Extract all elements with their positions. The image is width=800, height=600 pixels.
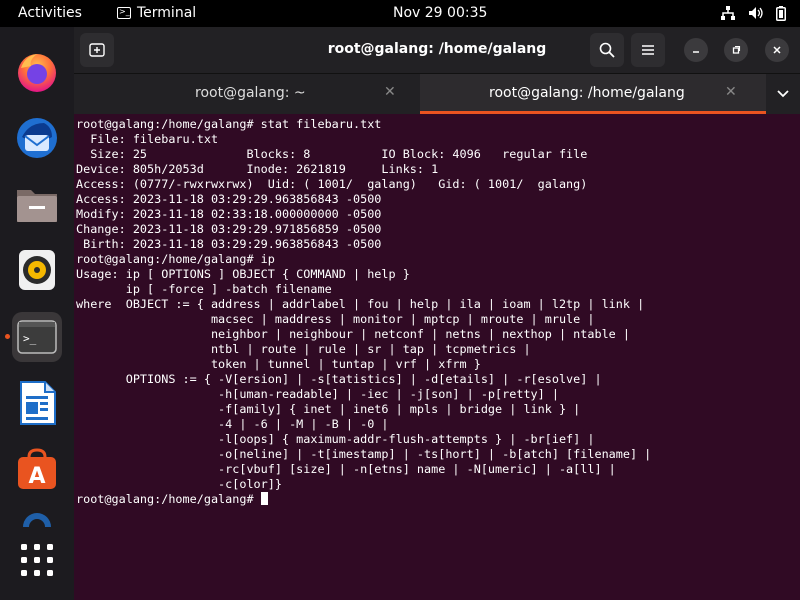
close-icon (773, 46, 781, 54)
terminal-cursor (260, 492, 268, 505)
tab-home[interactable]: root@galang: ~ ✕ (74, 74, 420, 114)
dock-help[interactable] (12, 505, 62, 527)
running-indicator (5, 334, 10, 339)
menu-button[interactable] (631, 33, 665, 67)
dock: >_ A (0, 27, 74, 600)
dock-terminal[interactable]: >_ (12, 312, 62, 362)
network-icon (720, 6, 736, 25)
tab-close-icon[interactable]: ✕ (725, 84, 737, 100)
app-center-icon: A (18, 448, 56, 489)
search-button[interactable] (590, 33, 624, 67)
app-grid-icon (21, 544, 53, 576)
terminal-line: Modify: 2023-11-18 02:33:18.000000000 -0… (76, 207, 382, 221)
terminal-line: Device: 805h/2053d Inode: 2621819 Links:… (76, 162, 439, 176)
header-bar: root@galang: /home/galang (74, 27, 800, 74)
dock-app-center[interactable]: A (12, 444, 62, 494)
help-icon (23, 513, 51, 527)
tab-list-button[interactable] (766, 77, 800, 111)
terminal-line: token | tunnel | tuntap | vrf | xfrm } (76, 357, 481, 371)
terminal-window: root@galang: /home/galang root@galang: ~… (74, 27, 800, 600)
terminal-line: ntbl | route | rule | sr | tap | tcpmetr… (76, 342, 531, 356)
terminal-line: -rc[vbuf] [size] | -n[etns] name | -N[um… (76, 462, 616, 476)
terminal-line: OPTIONS := { -V[ersion] | -s[tatistics] … (76, 372, 602, 386)
terminal-line: root@galang:/home/galang# ip (76, 252, 275, 266)
terminal-line: -c[olor]} (76, 477, 282, 491)
tab-bar: root@galang: ~ ✕ root@galang: /home/gala… (74, 74, 800, 114)
app-menu-label: Terminal (137, 5, 197, 21)
terminal-line: Access: 2023-11-18 03:29:29.963856843 -0… (76, 192, 382, 206)
tab-home-galang[interactable]: root@galang: /home/galang ✕ (420, 74, 766, 114)
top-bar: Activities >_ Terminal Nov 29 00:35 (0, 0, 800, 27)
terminal-line: Change: 2023-11-18 03:29:29.971856859 -0… (76, 222, 382, 236)
minimize-button[interactable] (679, 33, 713, 67)
close-button[interactable] (760, 33, 794, 67)
terminal-line: macsec | maddress | monitor | mptcp | mr… (76, 312, 595, 326)
terminal-line: ip [ -force ] -batch filename (76, 282, 332, 296)
terminal-line: neighbor | neighbour | netconf | netns |… (76, 327, 630, 341)
terminal-line: where OBJECT := { address | addrlabel | … (76, 297, 645, 311)
app-menu[interactable]: >_ Terminal (117, 5, 196, 21)
terminal-line: root@galang:/home/galang# stat filebaru.… (76, 117, 382, 131)
terminal-icon: >_ (17, 320, 57, 354)
minimize-icon (693, 51, 699, 53)
show-apps-button[interactable] (12, 535, 62, 585)
writer-icon (20, 381, 56, 425)
rhythmbox-icon (19, 250, 55, 290)
firefox-icon (18, 54, 56, 92)
terminal-line: Birth: 2023-11-18 03:29:29.963856843 -05… (76, 237, 382, 251)
clock[interactable]: Nov 29 00:35 (393, 5, 487, 21)
tab-label: root@galang: /home/galang (489, 85, 685, 101)
tab-close-icon[interactable]: ✕ (384, 84, 396, 100)
battery-icon (776, 6, 786, 25)
maximize-icon (732, 45, 741, 54)
files-icon (17, 190, 57, 222)
terminal-line: -f[amily] { inet | inet6 | mpls | bridge… (76, 402, 581, 416)
dock-rhythmbox[interactable] (12, 245, 62, 295)
dock-writer[interactable] (12, 378, 62, 428)
terminal-line: File: filebaru.txt (76, 132, 219, 146)
terminal-line: -l[oops] { maximum-addr-flush-attempts }… (76, 432, 595, 446)
system-tray[interactable] (720, 6, 786, 25)
terminal-prompt: root@galang:/home/galang# (76, 492, 261, 506)
volume-icon (748, 6, 764, 25)
terminal-line: Usage: ip [ OPTIONS ] OBJECT { COMMAND |… (76, 267, 410, 281)
search-icon (599, 42, 615, 58)
terminal-icon: >_ (117, 7, 131, 19)
terminal-output[interactable]: root@galang:/home/galang# stat filebaru.… (74, 114, 800, 600)
terminal-line: -h[uman-readable] | -iec | -j[son] | -p[… (76, 387, 559, 401)
dock-thunderbird[interactable] (12, 113, 62, 163)
tab-label: root@galang: ~ (195, 85, 306, 101)
maximize-button[interactable] (719, 33, 753, 67)
terminal-line: -4 | -6 | -M | -B | -0 | (76, 417, 389, 431)
activities-button[interactable]: Activities (18, 5, 82, 21)
chevron-down-icon (777, 90, 789, 98)
terminal-line: -o[neline] | -t[imestamp] | -ts[hort] | … (76, 447, 652, 461)
svg-text:A: A (28, 464, 45, 489)
dock-files[interactable] (12, 179, 62, 229)
svg-text:>_: >_ (23, 332, 37, 345)
thunderbird-icon (17, 118, 57, 158)
terminal-line: Access: (0777/-rwxrwxrwx) Uid: ( 1001/ g… (76, 177, 588, 191)
dock-firefox[interactable] (12, 47, 62, 97)
terminal-line: Size: 25 Blocks: 8 IO Block: 4096 regula… (76, 147, 588, 161)
terminal-prompt-line: root@galang:/home/galang# (76, 492, 798, 507)
hamburger-menu-icon (642, 45, 654, 55)
